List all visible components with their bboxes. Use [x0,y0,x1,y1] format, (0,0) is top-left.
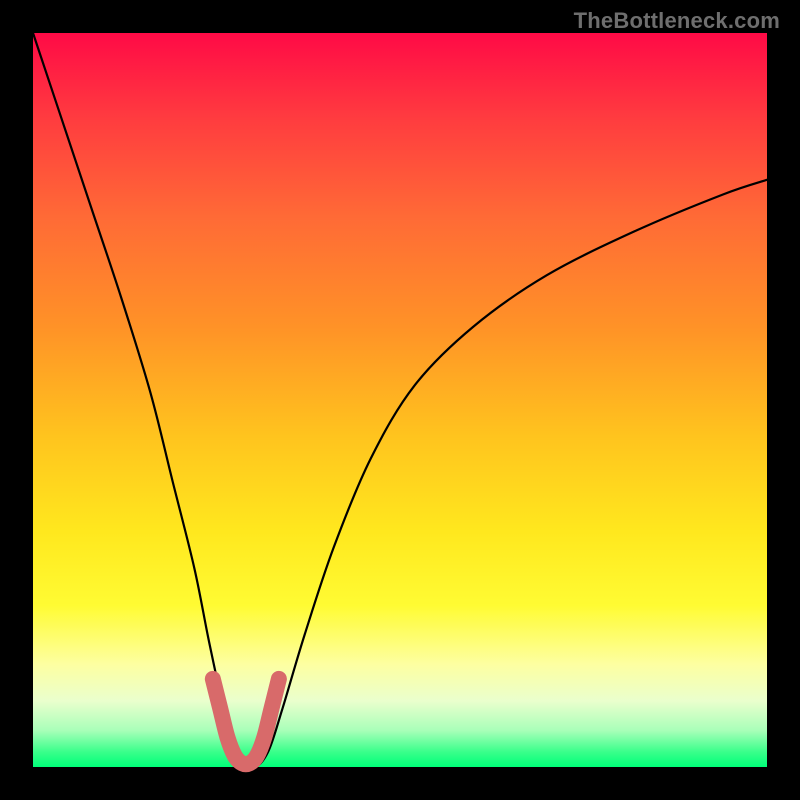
bottleneck-curve [33,33,767,767]
curve-layer [0,0,800,800]
chart-frame: TheBottleneck.com [0,0,800,800]
